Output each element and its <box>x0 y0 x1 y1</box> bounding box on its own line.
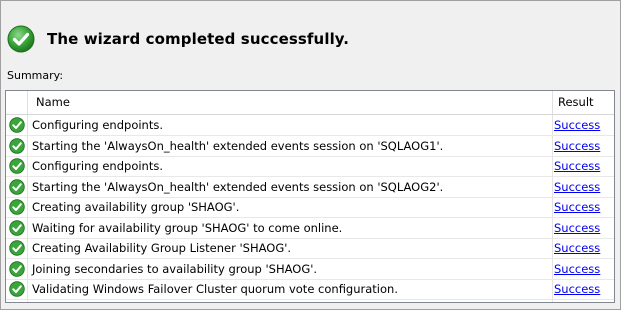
step-name: Creating Availability Group Listener 'SH… <box>32 241 292 255</box>
column-header-result[interactable]: Result <box>558 91 594 114</box>
step-name: Starting the 'AlwaysOn_health' extended … <box>32 138 444 153</box>
success-check-icon <box>7 25 35 53</box>
step-name: Joining secondaries to availability grou… <box>32 261 318 276</box>
success-check-icon <box>9 117 25 133</box>
page-title: The wizard completed successfully. <box>47 30 350 48</box>
table-row[interactable]: Validating Windows Failover Cluster quor… <box>6 279 614 300</box>
step-name: Configuring endpoints. <box>32 118 163 132</box>
success-check-icon <box>9 240 25 256</box>
header-divider <box>552 91 553 114</box>
table-row[interactable]: Creating availability group 'SHAOG'. Succ… <box>6 197 614 218</box>
success-check-icon <box>9 260 25 277</box>
success-check-icon <box>9 219 25 236</box>
success-check-icon <box>9 137 25 154</box>
result-link[interactable]: Success <box>554 156 600 176</box>
success-check-icon <box>9 281 25 297</box>
table-row[interactable]: Configuring endpoints. Success <box>6 156 614 177</box>
step-name: Waiting for availability group 'SHAOG' t… <box>32 220 343 235</box>
result-link[interactable]: Success <box>554 238 600 258</box>
wizard-page: The wizard completed successfully. Summa… <box>0 0 621 310</box>
column-header-name[interactable]: Name <box>36 91 70 114</box>
table-row[interactable]: Configuring endpoints. Success <box>6 115 614 136</box>
result-link[interactable]: Success <box>554 197 600 217</box>
table-row[interactable]: Joining secondaries to availability grou… <box>6 259 614 280</box>
step-name: Validating Windows Failover Cluster quor… <box>32 282 398 296</box>
result-link[interactable]: Success <box>554 115 600 135</box>
success-check-icon <box>9 178 25 195</box>
success-check-icon <box>9 199 25 215</box>
step-name: Creating availability group 'SHAOG'. <box>32 200 240 214</box>
wizard-header: The wizard completed successfully. <box>7 24 349 54</box>
result-link[interactable]: Success <box>554 259 600 279</box>
summary-label: Summary: <box>7 69 64 82</box>
table-header: Name Result <box>6 91 614 115</box>
step-name: Starting the 'AlwaysOn_health' extended … <box>32 179 444 194</box>
table-row[interactable]: Creating Availability Group Listener 'SH… <box>6 238 614 259</box>
success-check-icon <box>9 158 25 174</box>
result-link[interactable]: Success <box>554 218 600 238</box>
result-link[interactable]: Success <box>554 136 600 156</box>
result-link[interactable]: Success <box>554 177 600 197</box>
result-link[interactable]: Success <box>554 279 600 299</box>
table-row[interactable]: Waiting for availability group 'SHAOG' t… <box>6 218 614 239</box>
table-row[interactable]: Starting the 'AlwaysOn_health' extended … <box>6 177 614 198</box>
summary-table: Name Result Configuring endpoints. Succes… <box>5 90 615 303</box>
table-row[interactable]: Starting the 'AlwaysOn_health' extended … <box>6 136 614 157</box>
step-name: Configuring endpoints. <box>32 159 163 173</box>
header-divider <box>27 91 28 114</box>
